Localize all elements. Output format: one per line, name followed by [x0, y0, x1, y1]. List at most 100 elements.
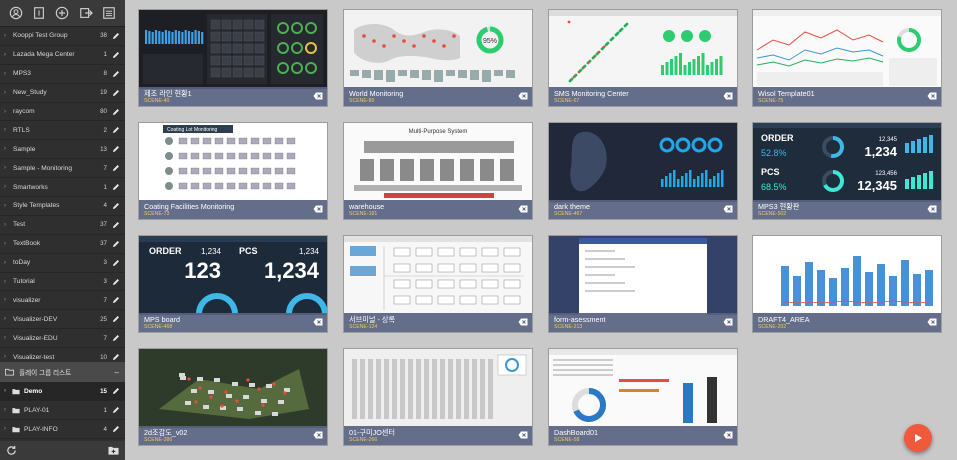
- edit-icon[interactable]: [112, 221, 120, 229]
- group-item[interactable]: › Kooppi Test Group 38: [0, 27, 125, 46]
- scene-thumbnail[interactable]: ORDER 1,234 123 PCS 1,234 1,234: [139, 236, 327, 315]
- play-group-item[interactable]: › PLAY-01 1: [0, 401, 125, 420]
- logout-icon[interactable]: [79, 6, 93, 20]
- edit-icon[interactable]: [112, 145, 120, 153]
- group-item[interactable]: › New_Study 19: [0, 84, 125, 103]
- refresh-icon[interactable]: [6, 445, 17, 456]
- scene-thumbnail[interactable]: [344, 236, 532, 315]
- plus-circle-icon[interactable]: [55, 6, 69, 20]
- group-item[interactable]: › Visualizer-test 10: [0, 348, 125, 362]
- bullet-icon: ›: [4, 316, 6, 323]
- edit-icon[interactable]: [112, 108, 120, 116]
- edit-icon[interactable]: [112, 240, 120, 248]
- edit-icon[interactable]: [112, 296, 120, 304]
- document-icon[interactable]: [32, 6, 46, 20]
- scene-thumbnail[interactable]: 95%: [344, 10, 532, 89]
- scene-card[interactable]: Multi-Purpose System warehouse SCENE-181: [343, 122, 533, 220]
- delete-icon[interactable]: [927, 318, 937, 326]
- delete-icon[interactable]: [723, 431, 733, 439]
- list-icon[interactable]: [102, 6, 116, 20]
- scene-thumbnail[interactable]: [549, 10, 737, 89]
- delete-icon[interactable]: [723, 92, 733, 100]
- edit-icon[interactable]: [112, 387, 120, 395]
- play-group-header[interactable]: 플레이 그룹 리스트 –: [0, 362, 125, 382]
- delete-icon[interactable]: [723, 318, 733, 326]
- edit-icon[interactable]: [112, 70, 120, 78]
- group-item[interactable]: › Test 37: [0, 216, 125, 235]
- edit-icon[interactable]: [112, 278, 120, 286]
- scene-card[interactable]: form-asessment SCENE-213: [548, 235, 738, 333]
- scene-card[interactable]: ORDER 52.8% 12,345 1,234 PCS 68.5% 123,456 12,3…: [752, 122, 942, 220]
- group-item[interactable]: › Visualizer-EDU 7: [0, 329, 125, 349]
- edit-icon[interactable]: [112, 353, 120, 361]
- scene-card[interactable]: 서브미널 - 상록 SCENE-124: [343, 235, 533, 333]
- group-item[interactable]: › raycom 80: [0, 103, 125, 122]
- group-item[interactable]: › Tutorial 3: [0, 273, 125, 292]
- scene-card[interactable]: 제조 라인 현황1 SCENE-40: [138, 9, 328, 107]
- scene-thumbnail[interactable]: ORDER 52.8% 12,345 1,234 PCS 68.5% 123,456 12,3…: [753, 123, 941, 202]
- edit-icon[interactable]: [112, 202, 120, 210]
- scene-card[interactable]: SMS Monitoring Center SCENE-67: [548, 9, 738, 107]
- scene-thumbnail[interactable]: [549, 123, 737, 202]
- scene-thumbnail[interactable]: Coating Lot Monitoring: [139, 123, 327, 202]
- group-item[interactable]: › Sample 13: [0, 140, 125, 160]
- delete-icon[interactable]: [927, 92, 937, 100]
- scene-thumbnail[interactable]: [344, 349, 532, 428]
- delete-icon[interactable]: [313, 318, 323, 326]
- edit-icon[interactable]: [112, 425, 120, 433]
- delete-icon[interactable]: [313, 92, 323, 100]
- delete-icon[interactable]: [927, 205, 937, 213]
- scene-card[interactable]: dark theme SCENE-467: [548, 122, 738, 220]
- delete-icon[interactable]: [518, 318, 528, 326]
- scene-card[interactable]: DashBoard01 SCENE-58: [548, 348, 738, 446]
- play-group-item[interactable]: › Demo 15: [0, 382, 125, 401]
- user-circle-icon[interactable]: [9, 6, 23, 20]
- group-item[interactable]: › TextBook 37: [0, 235, 125, 254]
- scene-card[interactable]: Wisol Template01 SCENE-75: [752, 9, 942, 107]
- group-item[interactable]: › Style Templates 4: [0, 197, 125, 216]
- delete-icon[interactable]: [313, 431, 323, 439]
- group-item[interactable]: › Visualizer-DEV 25: [0, 310, 125, 330]
- edit-icon[interactable]: [112, 126, 120, 134]
- play-button[interactable]: [904, 424, 932, 452]
- edit-icon[interactable]: [112, 315, 120, 323]
- delete-icon[interactable]: [313, 205, 323, 213]
- group-item[interactable]: › Lazada Mega Center 1: [0, 46, 125, 65]
- delete-icon[interactable]: [518, 205, 528, 213]
- edit-icon[interactable]: [112, 183, 120, 191]
- group-item[interactable]: › MPS3 8: [0, 65, 125, 84]
- group-item-count: 10: [100, 353, 107, 361]
- edit-icon[interactable]: [112, 89, 120, 97]
- scene-thumbnail[interactable]: [753, 236, 941, 315]
- collapse-icon[interactable]: –: [115, 368, 119, 377]
- scene-thumbnail[interactable]: Multi-Purpose System: [344, 123, 532, 202]
- scene-thumbnail[interactable]: [549, 349, 737, 428]
- play-group-item[interactable]: › PLAY-INFO 4: [0, 420, 125, 439]
- edit-icon[interactable]: [112, 32, 120, 40]
- edit-icon[interactable]: [112, 334, 120, 342]
- add-folder-icon[interactable]: [108, 445, 119, 456]
- scene-thumbnail[interactable]: [549, 236, 737, 315]
- edit-icon[interactable]: [112, 164, 120, 172]
- scene-card[interactable]: 95% World Monitoring SCENE-80: [343, 9, 533, 107]
- group-item[interactable]: › RTLS 2: [0, 121, 125, 141]
- scene-card[interactable]: 2d조감도_v02 SCENE-386: [138, 348, 328, 446]
- edit-icon[interactable]: [112, 406, 120, 414]
- group-item-label: Visualizer-EDU: [13, 334, 58, 342]
- edit-icon[interactable]: [112, 259, 120, 267]
- scene-thumbnail[interactable]: [139, 10, 327, 89]
- scene-thumbnail[interactable]: [139, 349, 327, 428]
- delete-icon[interactable]: [518, 431, 528, 439]
- scene-thumbnail[interactable]: [753, 10, 941, 89]
- scene-card[interactable]: Coating Lot Monitoring Coating Facilities…: [138, 122, 328, 220]
- scene-card[interactable]: 01-구미JO센터 SCENE-266: [343, 348, 533, 446]
- scene-card[interactable]: ORDER 1,234 123 PCS 1,234 1,234 MPS board SCENE…: [138, 235, 328, 333]
- group-item[interactable]: › Sample - Monitoring 7: [0, 159, 125, 179]
- delete-icon[interactable]: [518, 92, 528, 100]
- delete-icon[interactable]: [723, 205, 733, 213]
- edit-icon[interactable]: [112, 51, 120, 59]
- group-item[interactable]: › Smartworks 1: [0, 178, 125, 198]
- group-item[interactable]: › visualizer 7: [0, 291, 125, 311]
- group-item[interactable]: › toDay 3: [0, 254, 125, 273]
- scene-card[interactable]: DRAFT4_AREA SCENE-202: [752, 235, 942, 333]
